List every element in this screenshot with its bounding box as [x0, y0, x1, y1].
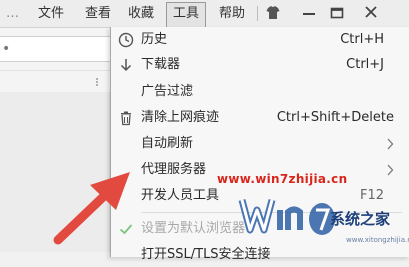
chevron-right-icon [387, 138, 394, 150]
menubar-fragment: … [6, 6, 19, 21]
menu-view[interactable]: 查看 [85, 4, 111, 23]
address-bar[interactable]: • [0, 36, 113, 62]
menu-file[interactable]: 文件 [38, 4, 64, 23]
restore-icon[interactable] [326, 3, 348, 23]
menu-item-label: 自动刷新 [141, 136, 194, 151]
divider [0, 70, 118, 71]
menu-item-clear-traces[interactable]: 清除上网痕迹 Ctrl+Shift+Delete [111, 106, 409, 130]
drag-handle-icon[interactable] [95, 77, 99, 87]
menu-item-label: 下载器 [141, 57, 181, 72]
watermark-small-url: www.xitongzhijia.net [346, 236, 409, 244]
address-bar-text: • [2, 41, 11, 57]
menu-help[interactable]: 帮助 [219, 4, 245, 23]
menu-item-downloader[interactable]: 下载器 Ctrl+J [111, 53, 409, 77]
menu-item-auto-refresh[interactable]: 自动刷新 [111, 132, 409, 156]
menu-item-shortcut: Ctrl+Shift+Delete [276, 110, 394, 125]
close-icon[interactable] [360, 3, 382, 23]
skin-icon[interactable] [262, 3, 284, 23]
menu-item-label: 历史 [141, 32, 168, 47]
watermark-site-name: 系统之家 [330, 210, 391, 228]
menu-item-label: 清除上网痕迹 [141, 110, 220, 125]
clock-icon [118, 32, 134, 48]
content-panel [0, 92, 110, 252]
minimize-icon[interactable] [298, 3, 320, 23]
menubar-divider [257, 6, 258, 21]
download-icon [120, 59, 132, 72]
menu-item-shortcut: Ctrl+J [346, 57, 384, 72]
menu-item-label: 广告过滤 [141, 84, 194, 99]
menu-favorites[interactable]: 收藏 [128, 4, 154, 23]
trash-icon [121, 111, 131, 126]
chevron-right-icon [387, 164, 394, 176]
menu-item-label: 开发人员工具 [141, 188, 220, 203]
menu-item-ad-filter[interactable]: 广告过滤 [111, 80, 409, 104]
check-icon [119, 224, 133, 235]
watermark-url: www.win7zhijia.cn [217, 172, 348, 186]
menu-tools[interactable]: 工具 [166, 2, 207, 27]
menu-bar: … 文件 查看 收藏 工具 帮助 [0, 0, 409, 28]
menu-item-label: 代理服务器 [141, 162, 207, 177]
menu-item-history[interactable]: 历史 Ctrl+H [111, 28, 409, 52]
menu-item-shortcut: Ctrl+H [340, 32, 384, 47]
